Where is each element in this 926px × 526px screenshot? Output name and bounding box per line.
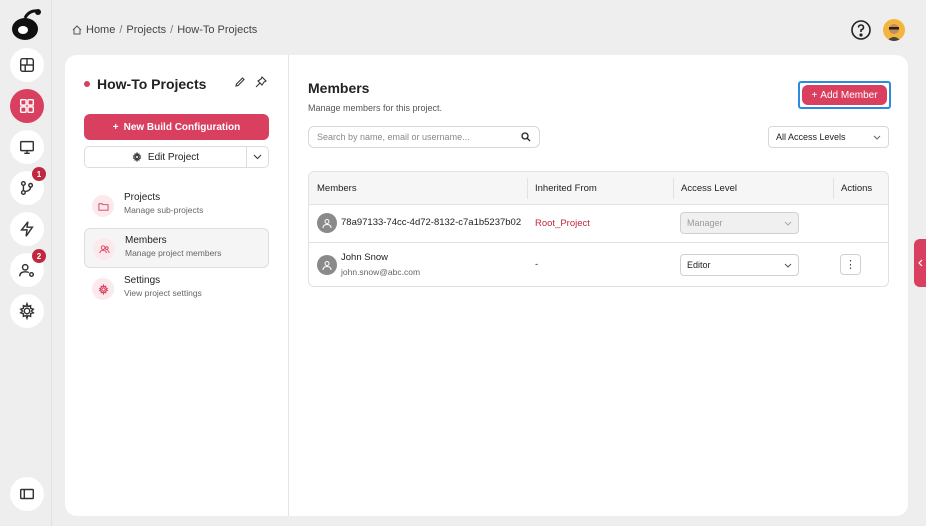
add-member-label: Add Member xyxy=(820,89,878,101)
breadcrumb-separator: / xyxy=(119,24,123,36)
home-icon[interactable] xyxy=(72,25,82,35)
user-avatar[interactable] xyxy=(883,19,905,41)
page-subtitle: Manage members for this project. xyxy=(308,103,443,113)
edit-project-dropdown[interactable] xyxy=(246,146,269,168)
project-title: How-To Projects xyxy=(97,76,207,92)
column-header: Members xyxy=(317,183,357,194)
gear-icon xyxy=(132,152,142,162)
pencil-icon[interactable] xyxy=(234,76,246,88)
chevron-down-icon xyxy=(253,154,262,160)
access-level-filter[interactable]: All Access Levels xyxy=(768,126,889,148)
help-icon[interactable] xyxy=(850,19,872,41)
search-icon[interactable] xyxy=(521,132,531,142)
page-title: Members xyxy=(308,80,370,96)
members-table: Members Inherited From Access Level Acti… xyxy=(308,171,889,287)
column-header: Actions xyxy=(841,183,873,194)
chevron-down-icon xyxy=(784,221,792,226)
edit-project-button[interactable]: Edit Project xyxy=(84,146,247,168)
lightning-icon[interactable] xyxy=(10,212,44,246)
access-level-select: Manager xyxy=(680,212,799,234)
access-level-value: Manager xyxy=(687,218,723,228)
column-header: Inherited From xyxy=(535,183,597,194)
nav-title: Projects xyxy=(124,192,161,203)
project-sidebar: How-To Projects + New Build Configuratio… xyxy=(65,55,289,516)
chevron-down-icon xyxy=(873,135,881,140)
gear-icon[interactable] xyxy=(10,294,44,328)
user-avatar-icon xyxy=(317,213,337,233)
branch-badge: 1 xyxy=(32,167,46,181)
chevron-down-icon xyxy=(784,263,792,268)
search-input[interactable] xyxy=(317,132,521,142)
nav-title: Settings xyxy=(124,275,161,286)
access-filter-value: All Access Levels xyxy=(776,132,846,142)
nav-subtitle: Manage project members xyxy=(125,248,222,258)
folder-icon xyxy=(92,195,114,217)
member-name: John Snow xyxy=(341,252,389,263)
branch-icon[interactable]: 1 xyxy=(10,167,46,205)
breadcrumb-home[interactable]: Home xyxy=(86,24,115,36)
members-icon xyxy=(93,238,115,260)
project-status-dot xyxy=(84,81,90,87)
plus-icon: + xyxy=(811,89,818,101)
dashboard-icon[interactable] xyxy=(10,48,44,82)
right-panel-toggle[interactable] xyxy=(914,239,926,287)
nav-subtitle: View project settings xyxy=(124,288,202,298)
row-actions-menu-icon[interactable]: ⋮ xyxy=(840,254,861,275)
new-build-label: New Build Configuration xyxy=(123,121,241,133)
breadcrumb-projects[interactable]: Projects xyxy=(126,24,166,36)
nav-item-projects[interactable]: Projects Manage sub-projects xyxy=(84,186,269,226)
add-member-focus-ring: + Add Member xyxy=(798,81,891,109)
pin-icon[interactable] xyxy=(255,76,267,88)
nav-subtitle: Manage sub-projects xyxy=(124,205,204,215)
edit-project-label: Edit Project xyxy=(147,151,200,163)
table-row: 78a97133-74cc-4d72-8132-c7a1b5237b02 Roo… xyxy=(309,205,888,243)
new-build-configuration-button[interactable]: + New Build Configuration xyxy=(84,114,269,140)
settings-icon xyxy=(92,278,114,300)
nav-item-settings[interactable]: Settings View project settings xyxy=(84,269,269,309)
members-panel: Members Manage members for this project.… xyxy=(308,55,908,516)
monitor-icon[interactable] xyxy=(10,130,44,164)
user-avatar-icon xyxy=(317,255,337,275)
main-card: How-To Projects + New Build Configuratio… xyxy=(65,55,908,516)
access-level-value: Editor xyxy=(687,260,711,270)
breadcrumb-separator: / xyxy=(170,24,174,36)
nav-title: Members xyxy=(125,235,167,246)
users-badge: 2 xyxy=(32,249,46,263)
breadcrumb-current: How-To Projects xyxy=(177,24,258,36)
projects-icon[interactable] xyxy=(10,89,44,123)
chevron-left-icon xyxy=(917,259,922,267)
project-title-row: How-To Projects xyxy=(84,76,206,92)
member-email: john.snow@abc.com xyxy=(341,267,421,277)
plus-icon: + xyxy=(112,121,119,133)
access-level-select[interactable]: Editor xyxy=(680,254,799,276)
breadcrumb: Home / Projects / How-To Projects xyxy=(72,24,257,36)
member-id: 78a97133-74cc-4d72-8132-c7a1b5237b02 xyxy=(341,217,522,228)
inherited-from: - xyxy=(535,259,539,270)
left-rail: 1 2 xyxy=(0,0,52,526)
sidebar-toggle-icon[interactable] xyxy=(10,477,44,511)
table-row: John Snow john.snow@abc.com - Editor ⋮ xyxy=(309,243,888,286)
nav-item-members[interactable]: Members Manage project members xyxy=(84,228,269,268)
column-header: Access Level xyxy=(681,183,737,194)
add-member-button[interactable]: + Add Member xyxy=(802,85,887,105)
inherited-from-link[interactable]: Root_Project xyxy=(535,218,590,229)
table-header: Members Inherited From Access Level Acti… xyxy=(309,172,888,205)
app-logo-icon[interactable] xyxy=(11,8,41,42)
users-settings-icon[interactable]: 2 xyxy=(10,249,46,287)
search-box xyxy=(308,126,540,148)
